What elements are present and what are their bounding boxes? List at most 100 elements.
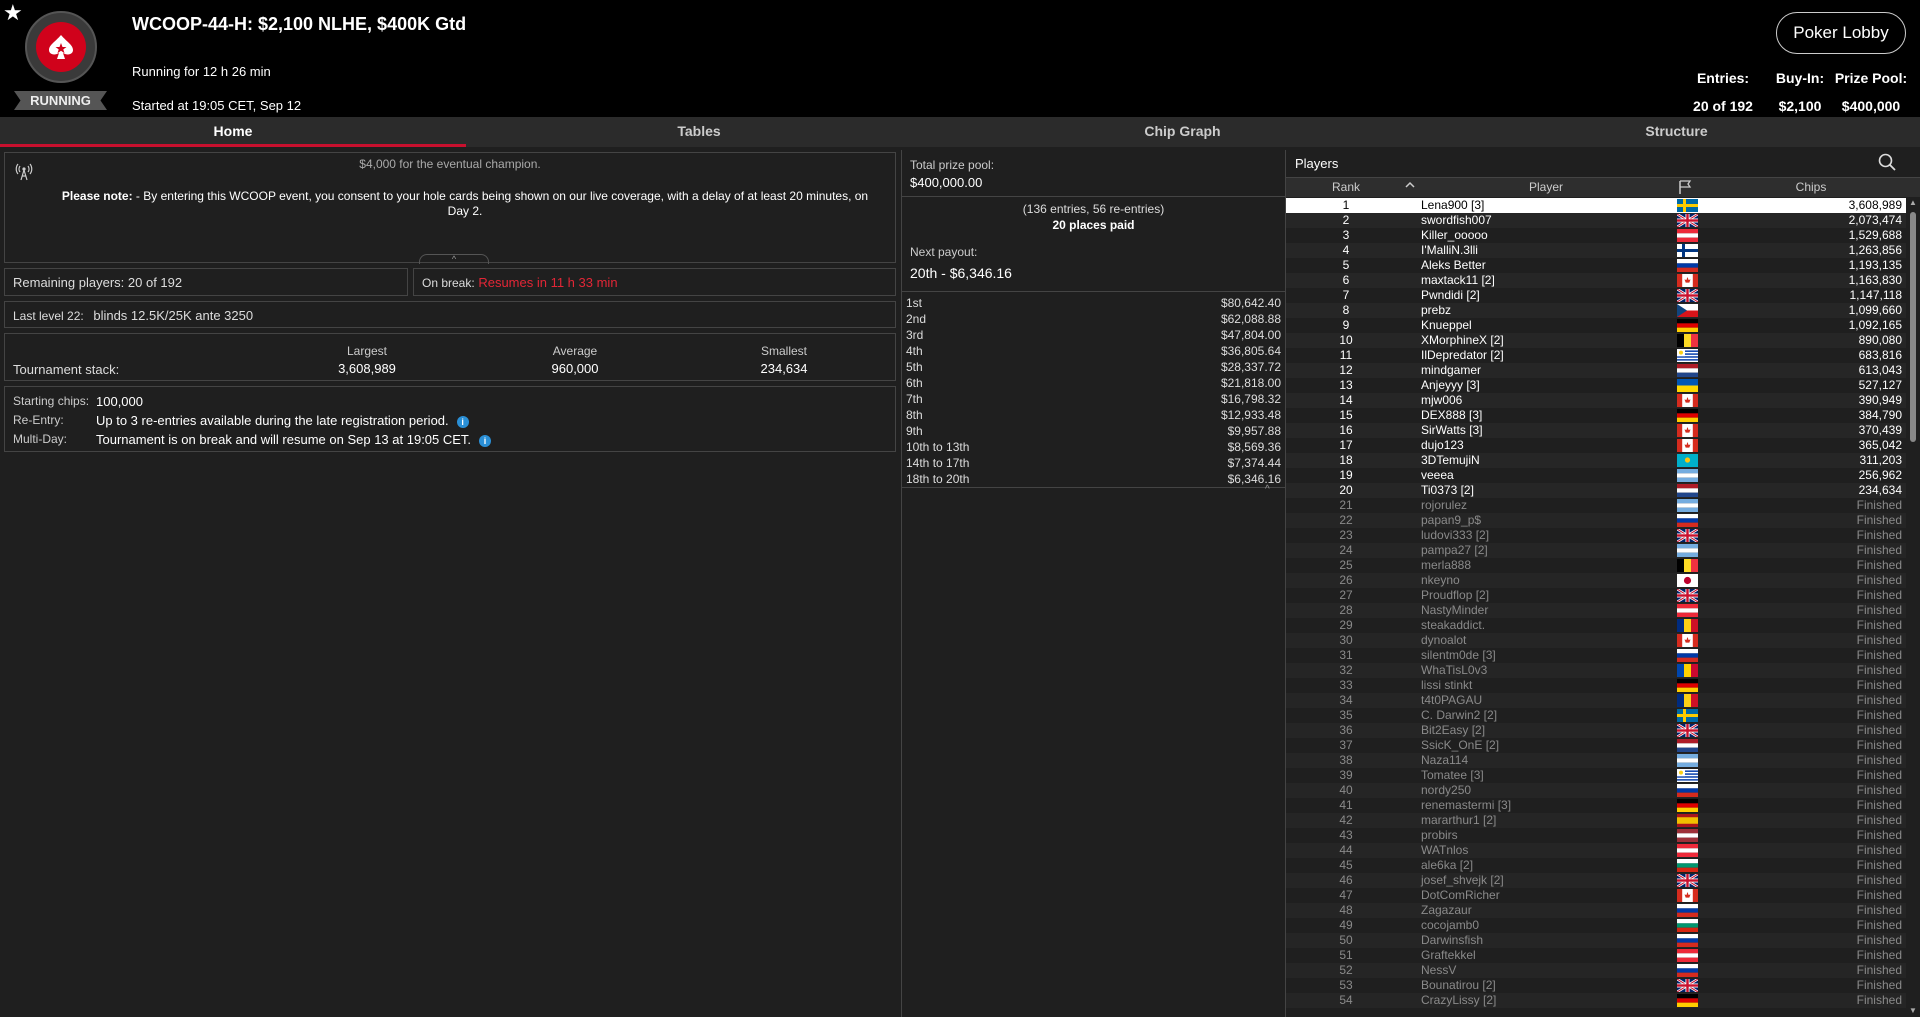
de-flag-icon bbox=[1677, 409, 1698, 422]
player-name: NessV bbox=[1421, 963, 1457, 977]
player-row[interactable]: 24 pampa27 [2] Finished bbox=[1286, 543, 1906, 558]
starting-chips-value: 100,000 bbox=[96, 394, 143, 409]
player-row[interactable]: 19 veeea 256,962 bbox=[1286, 468, 1906, 483]
spade-star-icon bbox=[36, 22, 86, 72]
ru-flag-icon bbox=[1677, 514, 1698, 527]
scrollbar-thumb[interactable] bbox=[1910, 212, 1916, 442]
player-row[interactable]: 26 nkeyno Finished bbox=[1286, 573, 1906, 588]
players-scrollbar[interactable]: ▲ ▼ bbox=[1908, 198, 1918, 1017]
info-icon[interactable]: i bbox=[456, 415, 469, 428]
player-row[interactable]: 11 IlDepredator [2] 683,816 bbox=[1286, 348, 1906, 363]
average-label: Average bbox=[552, 344, 598, 358]
player-row[interactable]: 27 Proudflop [2] Finished bbox=[1286, 587, 1906, 604]
player-row[interactable]: 8 prebz 1,099,660 bbox=[1286, 303, 1906, 318]
player-row[interactable]: 30 dynoalot Finished bbox=[1286, 633, 1906, 648]
player-row[interactable]: 35 C. Darwin2 [2] Finished bbox=[1286, 708, 1906, 723]
player-row[interactable]: 36 Bit2Easy [2] Finished bbox=[1286, 722, 1906, 739]
player-row[interactable]: 45 ale6ka [2] Finished bbox=[1286, 858, 1906, 873]
player-chips: Finished bbox=[1856, 798, 1902, 812]
fi-flag-icon bbox=[1677, 244, 1698, 257]
collapse-notice-icon[interactable]: ^ bbox=[419, 254, 489, 264]
player-row[interactable]: 33 lissi stinkt Finished bbox=[1286, 678, 1906, 693]
tab-chip-graph[interactable]: Chip Graph bbox=[932, 117, 1433, 147]
player-row[interactable]: 43 probirs Finished bbox=[1286, 828, 1906, 843]
player-row[interactable]: 44 WATnlos Finished bbox=[1286, 843, 1906, 858]
player-column-header[interactable]: Player bbox=[1421, 180, 1671, 194]
player-chips: 1,163,830 bbox=[1848, 273, 1902, 287]
player-row[interactable]: 39 Tomatee [3] Finished bbox=[1286, 768, 1906, 783]
ca-flag-icon bbox=[1677, 424, 1698, 437]
player-row[interactable]: 51 Graftekkel Finished bbox=[1286, 948, 1906, 963]
player-row[interactable]: 53 Bounatirou [2] Finished bbox=[1286, 977, 1906, 994]
player-row[interactable]: 1 Lena900 [3] 3,608,989 bbox=[1286, 198, 1906, 213]
player-row[interactable]: 31 silentm0de [3] Finished bbox=[1286, 648, 1906, 663]
player-row[interactable]: 10 XMorphineX [2] 890,080 bbox=[1286, 333, 1906, 348]
player-row[interactable]: 4 I'MalliN.3lli 1,263,856 bbox=[1286, 243, 1906, 258]
info-icon[interactable]: i bbox=[479, 434, 492, 447]
rank-column-header[interactable]: Rank bbox=[1286, 180, 1406, 194]
search-icon[interactable] bbox=[1878, 153, 1898, 173]
player-row[interactable]: 6 maxtack11 [2] 1,163,830 bbox=[1286, 273, 1906, 288]
player-rank: 46 bbox=[1339, 873, 1353, 887]
scroll-down-icon[interactable]: ▼ bbox=[1909, 1006, 1917, 1015]
es-flag-icon bbox=[1677, 814, 1698, 827]
country-flag-column-icon[interactable] bbox=[1677, 179, 1693, 198]
player-row[interactable]: 42 mararthur1 [2] Finished bbox=[1286, 813, 1906, 828]
tab-structure[interactable]: Structure bbox=[1433, 117, 1920, 147]
player-row[interactable]: 54 CrazyLissy [2] Finished bbox=[1286, 993, 1906, 1008]
player-row[interactable]: 18 3DTemujiN 311,203 bbox=[1286, 453, 1906, 468]
player-row[interactable]: 2 swordfish007 2,073,474 bbox=[1286, 212, 1906, 229]
player-row[interactable]: 17 dujo123 365,042 bbox=[1286, 438, 1906, 453]
player-chips: 890,080 bbox=[1858, 333, 1902, 347]
next-payout: Next payout: 20th - $6,346.16 bbox=[910, 245, 1012, 281]
player-row[interactable]: 13 Anjeyyy [3] 527,127 bbox=[1286, 378, 1906, 393]
ro-flag-icon bbox=[1677, 619, 1698, 632]
entries-stat: Entries: 20 of 192 bbox=[1688, 70, 1758, 114]
player-row[interactable]: 50 Darwinsfish Finished bbox=[1286, 933, 1906, 948]
payout-place: 10th to 13th bbox=[906, 440, 970, 454]
player-rank: 1 bbox=[1342, 198, 1350, 212]
player-name: 3DTemujiN bbox=[1421, 453, 1480, 467]
player-row[interactable]: 15 DEX888 [3] 384,790 bbox=[1286, 408, 1906, 423]
payout-place: 2nd bbox=[906, 312, 927, 326]
tab-home[interactable]: Home bbox=[0, 117, 466, 147]
poker-lobby-button[interactable]: Poker Lobby bbox=[1776, 12, 1906, 54]
player-row[interactable]: 41 renemastermi [3] Finished bbox=[1286, 798, 1906, 813]
player-row[interactable]: 38 Naza114 Finished bbox=[1286, 753, 1906, 768]
player-row[interactable]: 34 t4t0PAGAU Finished bbox=[1286, 693, 1906, 708]
sort-ascending-icon[interactable] bbox=[1405, 180, 1415, 193]
entries-note: (136 entries, 56 re-entries) bbox=[1022, 202, 1165, 216]
player-row[interactable]: 28 NastyMinder Finished bbox=[1286, 603, 1906, 618]
player-row[interactable]: 16 SirWatts [3] 370,439 bbox=[1286, 423, 1906, 438]
player-row[interactable]: 52 NessV Finished bbox=[1286, 963, 1906, 978]
payout-row: 6th $21,818.00 bbox=[902, 375, 1285, 391]
player-row[interactable]: 23 ludovi333 [2] Finished bbox=[1286, 527, 1906, 544]
collapse-payouts-icon[interactable]: ^ bbox=[1265, 484, 1270, 495]
player-row[interactable]: 5 Aleks Better 1,193,135 bbox=[1286, 258, 1906, 273]
player-row[interactable]: 48 Zagazaur Finished bbox=[1286, 903, 1906, 918]
player-row[interactable]: 14 mjw006 390,949 bbox=[1286, 393, 1906, 408]
player-row[interactable]: 7 Pwndidi [2] 1,147,118 bbox=[1286, 287, 1906, 304]
player-row[interactable]: 32 WhaTisL0v3 Finished bbox=[1286, 663, 1906, 678]
player-row[interactable]: 9 Knueppel 1,092,165 bbox=[1286, 318, 1906, 333]
tab-tables[interactable]: Tables bbox=[466, 117, 932, 147]
scroll-up-icon[interactable]: ▲ bbox=[1909, 198, 1917, 207]
player-row[interactable]: 3 Killer_ooooo 1,529,688 bbox=[1286, 228, 1906, 243]
player-row[interactable]: 29 steakaddict. Finished bbox=[1286, 618, 1906, 633]
player-rank: 28 bbox=[1339, 603, 1353, 617]
player-row[interactable]: 46 josef_shvejk [2] Finished bbox=[1286, 872, 1906, 889]
player-row[interactable]: 40 nordy250 Finished bbox=[1286, 783, 1906, 798]
player-rank: 27 bbox=[1339, 588, 1353, 602]
player-row[interactable]: 37 SsicK_OnE [2] Finished bbox=[1286, 738, 1906, 753]
player-row[interactable]: 20 Ti0373 [2] 234,634 bbox=[1286, 483, 1906, 498]
gb-flag-icon bbox=[1676, 527, 1699, 544]
player-row[interactable]: 49 cocojamb0 Finished bbox=[1286, 918, 1906, 933]
player-row[interactable]: 22 papan9_p$ Finished bbox=[1286, 513, 1906, 528]
player-row[interactable]: 21 rojorulez Finished bbox=[1286, 498, 1906, 513]
player-row[interactable]: 47 DotComRicher Finished bbox=[1286, 888, 1906, 903]
chips-column-header[interactable]: Chips bbox=[1716, 180, 1906, 194]
player-row[interactable]: 25 merla888 Finished bbox=[1286, 558, 1906, 573]
player-row[interactable]: 12 mindgamer 613,043 bbox=[1286, 363, 1906, 378]
favorite-star-icon[interactable]: ★ bbox=[3, 2, 23, 24]
remaining-players: Remaining players: 20 of 192 bbox=[4, 268, 408, 296]
